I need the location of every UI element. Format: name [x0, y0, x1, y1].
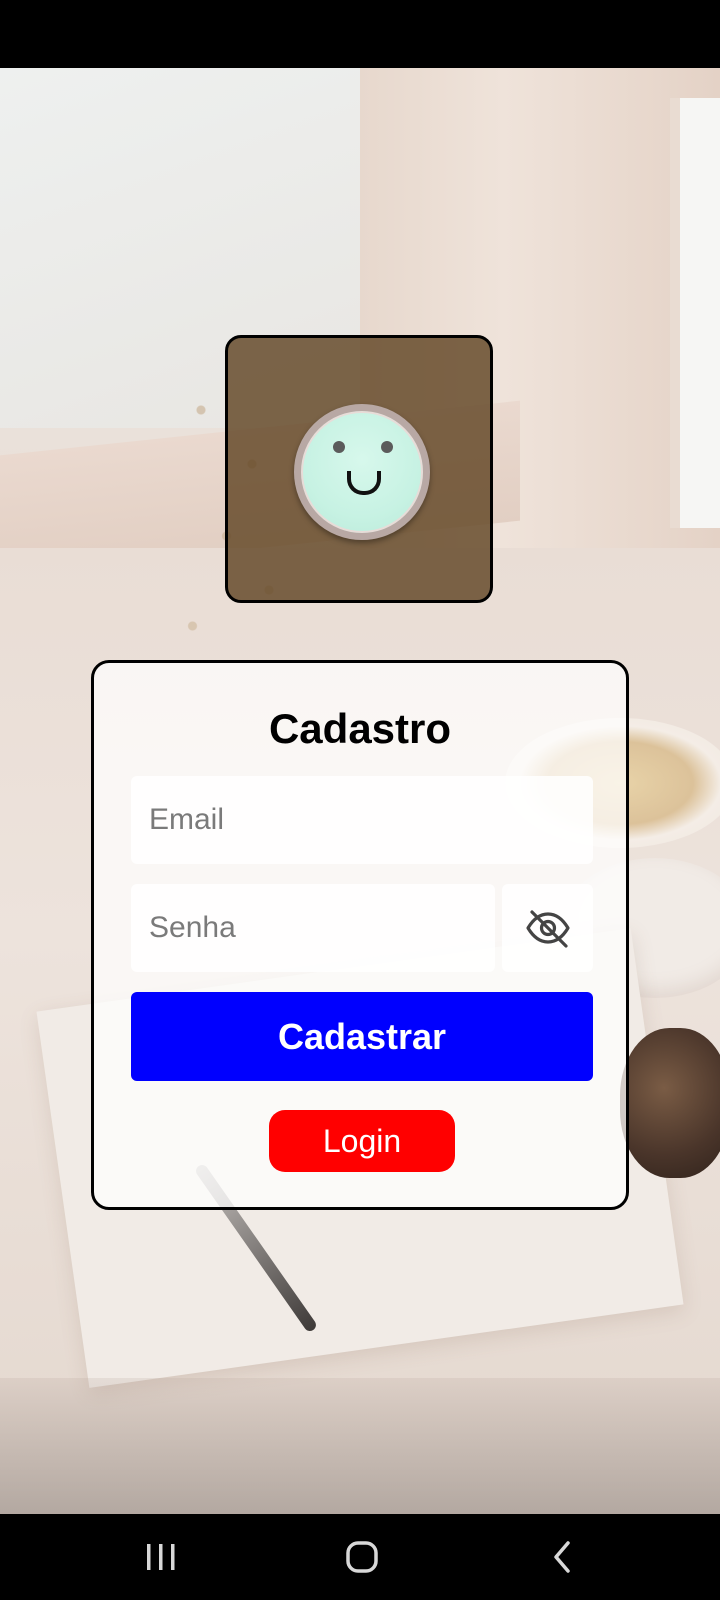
- smiley-right-eye: [381, 441, 393, 453]
- back-button[interactable]: [533, 1532, 593, 1582]
- smiley-mouth: [347, 471, 381, 495]
- smiley-left-eye: [333, 441, 345, 453]
- logo-box: [225, 335, 493, 603]
- eye-slash-icon: [525, 910, 570, 948]
- form-title: Cadastro: [268, 705, 452, 752]
- home-icon: [346, 1541, 378, 1573]
- back-icon: [554, 1541, 570, 1573]
- app-screen: Cadastro Cadastrar Login: [0, 0, 720, 1600]
- recents-icon: [147, 1544, 175, 1570]
- register-button[interactable]: Cadastrar: [131, 992, 593, 1081]
- signup-card: Cadastro Cadastrar Login: [91, 660, 629, 1210]
- toggle-password-visibility-button[interactable]: [502, 884, 593, 972]
- status-bar: [0, 0, 720, 68]
- home-button[interactable]: [332, 1532, 392, 1582]
- recents-button[interactable]: [131, 1532, 191, 1582]
- email-input[interactable]: [131, 776, 593, 864]
- navigation-bar: [0, 1514, 720, 1600]
- smiley-face-icon: [294, 404, 430, 540]
- password-input[interactable]: [131, 884, 495, 972]
- login-button[interactable]: Login: [269, 1110, 455, 1172]
